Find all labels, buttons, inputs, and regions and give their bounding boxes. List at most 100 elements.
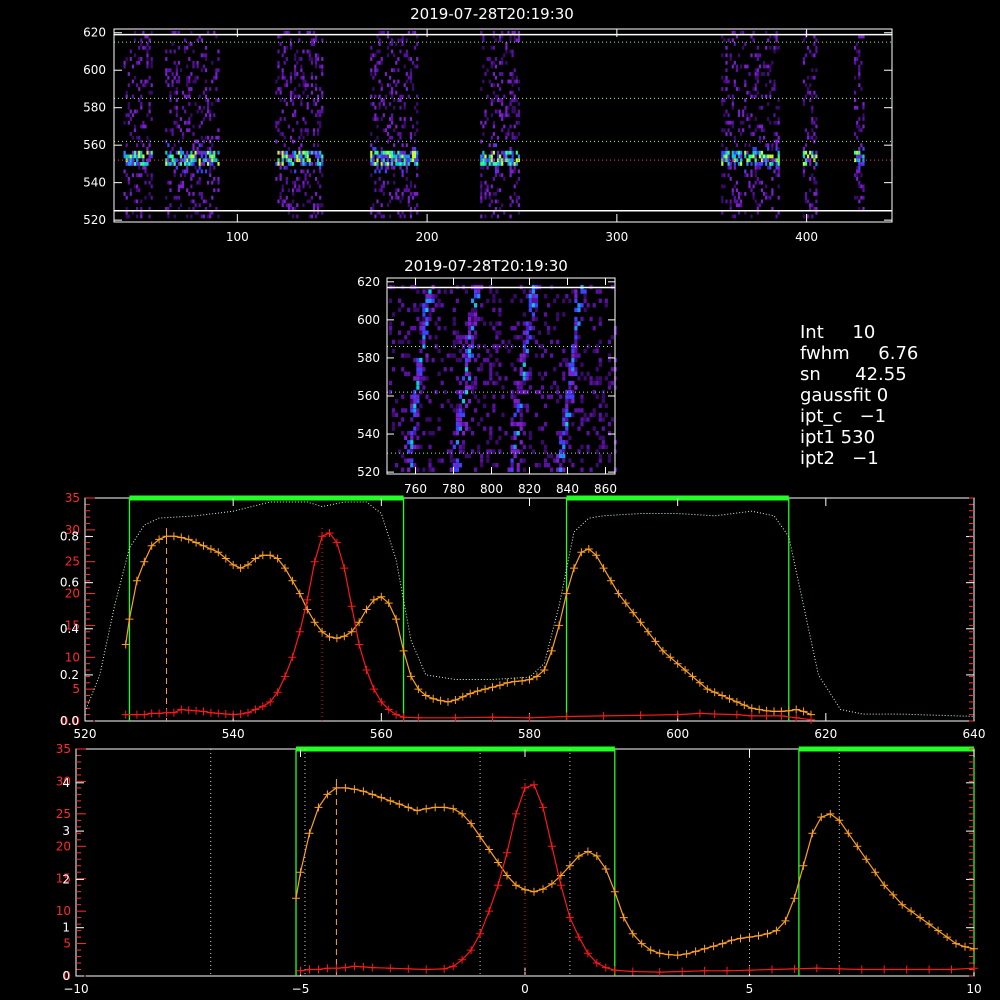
heatmap-cell <box>480 453 484 459</box>
heatmap-cell <box>186 188 189 193</box>
heatmap-cell <box>376 49 379 54</box>
heatmap-cell <box>416 192 419 196</box>
heatmap-cell <box>380 83 383 88</box>
heatmap-cell <box>192 162 195 166</box>
heatmap-cell <box>767 72 770 76</box>
heatmap-cell <box>422 385 426 390</box>
heatmap-cell <box>136 143 139 148</box>
heatmap-cell <box>292 139 295 144</box>
heatmap-cell <box>482 64 485 69</box>
heatmap-cell <box>416 316 420 322</box>
heatmap-cell <box>547 303 551 308</box>
heatmap-cell <box>169 154 172 159</box>
heatmap-cell <box>495 335 499 340</box>
heatmap-cell <box>372 102 375 106</box>
left-tick-label: 25 <box>56 807 71 821</box>
heatmap-cell <box>773 83 776 88</box>
heatmap-cell <box>598 316 602 322</box>
heatmap-cell <box>754 83 757 88</box>
heatmap-cell <box>737 53 741 58</box>
right-tick-label: 0.8 <box>60 530 79 544</box>
heatmap-cell <box>773 169 776 174</box>
heatmap-cell <box>217 68 220 73</box>
heatmap-cell <box>763 192 766 196</box>
heatmap-cell <box>811 135 814 140</box>
heatmap-cell <box>315 154 318 159</box>
heatmap-cell <box>283 143 286 148</box>
heatmap-cell <box>169 94 172 99</box>
heatmap-cell <box>458 380 462 386</box>
heatmap-cell <box>378 154 381 159</box>
heatmap-cell <box>177 195 180 200</box>
heatmap-cell <box>181 169 185 174</box>
heatmap-cell <box>754 53 757 58</box>
heatmap-cell <box>294 150 297 155</box>
heatmap-cell <box>534 353 538 358</box>
x-tick-label: 0 <box>521 982 529 996</box>
heatmap-cell <box>125 154 128 159</box>
heatmap-cell <box>285 102 288 106</box>
heatmap-cell <box>146 53 149 58</box>
heatmap-cell <box>758 135 761 140</box>
heatmap-cell <box>386 180 390 185</box>
heatmap-cell <box>802 214 805 219</box>
heatmap-cell <box>477 353 481 358</box>
heatmap-cell <box>370 162 373 166</box>
heatmap-cell <box>802 173 805 178</box>
heatmap-cell <box>204 199 208 204</box>
heatmap-cell <box>395 463 399 468</box>
heatmap-cell <box>531 303 535 308</box>
heatmap-cell <box>813 132 816 136</box>
heatmap-cell <box>525 326 529 331</box>
heatmap-cell <box>217 150 220 155</box>
heatmap-cell <box>474 294 478 299</box>
heatmap-cell <box>607 385 611 390</box>
heatmap-cell <box>140 105 143 110</box>
heatmap-cell <box>553 458 557 463</box>
info-sn: sn 42.55 <box>800 364 907 385</box>
heatmap-cell <box>522 321 526 326</box>
heatmap-cell <box>372 147 375 151</box>
heatmap-cell <box>854 105 857 110</box>
heatmap-cell <box>404 435 408 440</box>
heatmap-cell <box>150 154 153 159</box>
heatmap-cell <box>393 150 396 155</box>
heatmap-cell <box>211 154 214 159</box>
heatmap-cell <box>607 380 611 386</box>
heatmap-cell <box>507 105 510 110</box>
heatmap-cell <box>471 321 475 326</box>
heatmap-cell <box>756 53 759 58</box>
heatmap-cell <box>601 440 605 445</box>
heatmap-cell <box>315 87 318 91</box>
heatmap-cell <box>525 339 529 345</box>
heatmap-cell <box>200 169 203 174</box>
heatmap-cell <box>604 412 608 418</box>
heatmap-cell <box>407 339 411 345</box>
heatmap-cell <box>496 214 500 219</box>
heatmap-cell <box>173 120 176 125</box>
heatmap-cell <box>775 165 778 170</box>
heatmap-cell <box>458 412 462 418</box>
heatmap-cell <box>737 113 741 118</box>
heatmap-cell <box>492 294 496 299</box>
heatmap-cell <box>752 184 755 189</box>
heatmap-cell <box>414 162 417 166</box>
heatmap-cell <box>428 307 432 313</box>
heatmap-cell <box>528 335 532 340</box>
heatmap-cell <box>403 64 406 69</box>
heatmap-cell <box>306 102 309 106</box>
heatmap-cell <box>580 421 584 427</box>
heatmap-cell <box>754 199 757 204</box>
heatmap-cell <box>374 150 377 155</box>
heatmap-cell <box>177 45 180 50</box>
heatmap-cell <box>321 72 324 76</box>
heatmap-cell <box>204 68 208 73</box>
heatmap-cell <box>376 165 379 170</box>
heatmap-cell <box>496 188 500 193</box>
heatmap-cell <box>136 109 139 114</box>
heatmap-cell <box>474 376 478 381</box>
heatmap-cell <box>477 399 481 404</box>
heatmap-cell <box>519 412 523 418</box>
heatmap-cell <box>190 184 193 189</box>
x-tick-label: 760 <box>404 482 427 496</box>
